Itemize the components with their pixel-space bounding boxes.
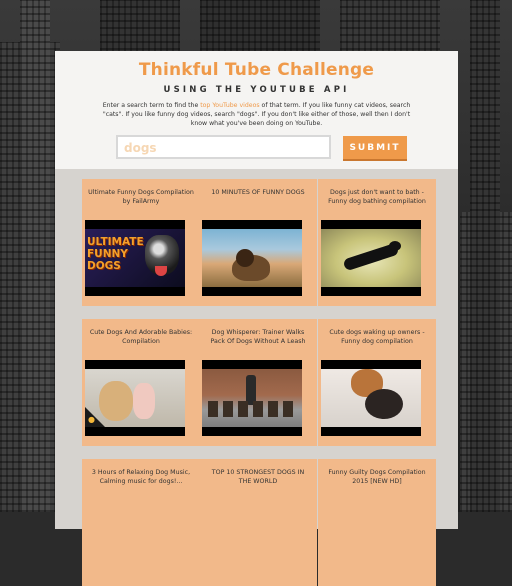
video-thumbnail[interactable]: ULTIMATE FUNNY DOGS [85, 220, 185, 296]
main-panel: Thinkful Tube Challenge USING THE YOUTUB… [55, 51, 458, 586]
intro-highlight: top YouTube videos [200, 102, 260, 109]
thumbnail-text: ULTIMATE FUNNY DOGS [87, 236, 144, 272]
result-card[interactable]: Ultimate Funny Dogs Compilation by FailA… [82, 179, 200, 306]
thumbnail-image [202, 229, 302, 287]
intro-text: Enter a search term to find the top YouT… [95, 101, 418, 128]
page-subtitle: USING THE YOUTUBE API [163, 85, 350, 95]
result-title: Funny Guilty Dogs Compilation 2015 [NEW … [328, 469, 426, 485]
video-thumbnail[interactable] [321, 220, 421, 296]
result-title: Cute dogs waking up owners - Funny dog c… [329, 329, 425, 345]
video-thumbnail[interactable]: ● [85, 360, 185, 436]
result-card[interactable]: Funny Guilty Dogs Compilation 2015 [NEW … [318, 459, 436, 586]
video-thumbnail[interactable] [321, 360, 421, 436]
thumbnail-image: ● [85, 369, 185, 427]
result-title: TOP 10 STRONGEST DOGS IN THE WORLD [211, 469, 305, 485]
person-shape [365, 389, 403, 419]
result-card[interactable]: Cute dogs waking up owners - Funny dog c… [318, 319, 436, 446]
video-thumbnail[interactable] [202, 360, 302, 436]
result-card[interactable]: Dog Whisperer: Trainer Walks Pack Of Dog… [199, 319, 317, 446]
thumbnail-image [321, 369, 421, 427]
result-title: 10 MINUTES OF FUNNY DOGS [211, 189, 305, 196]
result-title: Dogs just don't want to bath - Funny dog… [328, 189, 426, 205]
result-card[interactable]: Cute Dogs And Adorable Babies: Compilati… [82, 319, 200, 446]
baby-shape [133, 383, 155, 419]
result-card[interactable]: TOP 10 STRONGEST DOGS IN THE WORLD [199, 459, 317, 586]
video-thumbnail[interactable] [202, 220, 302, 296]
search-input[interactable]: dogs [116, 135, 331, 159]
result-title: Ultimate Funny Dogs Compilation by FailA… [88, 189, 194, 205]
result-card[interactable]: Dogs just don't want to bath - Funny dog… [318, 179, 436, 306]
search-input-value: dogs [124, 141, 157, 155]
intro-text-start: Enter a search term to find the [102, 102, 201, 109]
building [20, 0, 50, 512]
dog-shape [99, 381, 133, 421]
dog-head [389, 241, 401, 251]
result-card[interactable]: 3 Hours of Relaxing Dog Music, Calming m… [82, 459, 200, 586]
result-title: Cute Dogs And Adorable Babies: Compilati… [89, 329, 193, 345]
result-card[interactable]: 10 MINUTES OF FUNNY DOGS [199, 179, 317, 306]
paw-icon: ● [88, 415, 95, 424]
dogs-row [208, 401, 296, 417]
results-grid: Ultimate Funny Dogs Compilation by FailA… [55, 169, 458, 586]
submit-button[interactable]: SUBMIT [343, 136, 407, 159]
thumbnail-image [321, 229, 421, 287]
building [470, 0, 500, 512]
result-title: 3 Hours of Relaxing Dog Music, Calming m… [91, 469, 191, 485]
thumbnail-image [202, 369, 302, 427]
dog-head [236, 249, 254, 267]
result-title: Dog Whisperer: Trainer Walks Pack Of Dog… [210, 329, 306, 345]
page-title: Thinkful Tube Challenge [138, 60, 375, 80]
thumbnail-image: ULTIMATE FUNNY DOGS [85, 229, 185, 287]
